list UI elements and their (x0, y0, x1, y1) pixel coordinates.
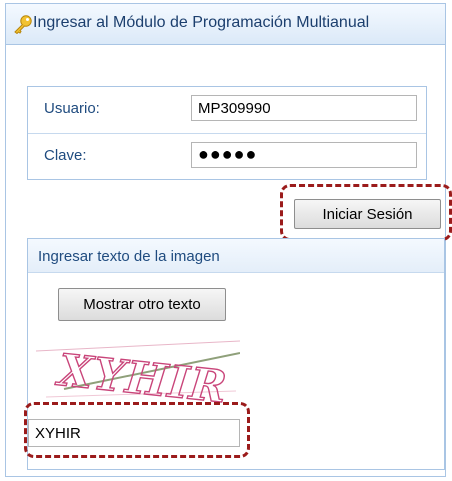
field-divider (28, 133, 426, 134)
username-label: Usuario: (44, 100, 100, 117)
login-form: Usuario: Clave: (27, 86, 427, 180)
panel-header: Ingresar al Módulo de Programación Multi… (6, 4, 445, 45)
captcha-image: XYHIR (36, 331, 240, 403)
refresh-captcha-button[interactable]: Mostrar otro texto (58, 288, 226, 321)
captcha-input-highlight (24, 402, 250, 458)
password-label: Clave: (44, 147, 87, 164)
captcha-image-text: XYHIR (53, 345, 230, 403)
captcha-header: Ingresar texto de la imagen (28, 239, 444, 273)
password-input[interactable] (191, 142, 417, 168)
key-icon (14, 15, 32, 34)
username-input[interactable] (191, 95, 417, 121)
captcha-title: Ingresar texto de la imagen (38, 248, 220, 265)
page-title: Ingresar al Módulo de Programación Multi… (33, 14, 370, 31)
login-button[interactable]: Iniciar Sesión (294, 199, 441, 229)
